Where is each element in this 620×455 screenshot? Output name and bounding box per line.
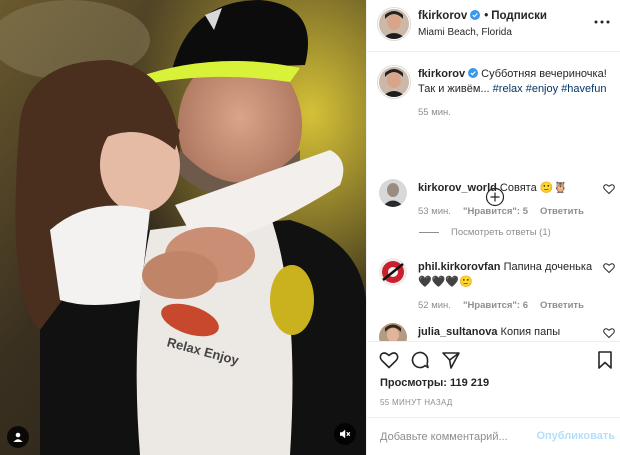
comment-body: julia_sultanova Копия папы	[418, 325, 593, 340]
reply-button[interactable]: Ответить	[540, 204, 584, 219]
avatar-image	[379, 9, 409, 39]
tagged-users-button[interactable]	[7, 426, 29, 448]
comment-likes[interactable]: "Нравится": 6	[463, 298, 528, 313]
post-photo[interactable]: Relax Enjoy	[0, 0, 366, 455]
reply-button[interactable]: Ответить	[540, 298, 584, 313]
author-name-row: fkirkorov • Подписки	[418, 10, 547, 22]
post-timestamp[interactable]: 55 МИНУТ НАЗАД	[380, 398, 453, 407]
commenter-avatar[interactable]	[379, 323, 407, 341]
caption-text-line2: Так и живём...	[418, 83, 493, 95]
following-button[interactable]: Подписки	[491, 10, 547, 22]
view-replies-label: Посмотреть ответы (1)	[451, 227, 551, 238]
avatar-image	[379, 258, 407, 286]
publish-button[interactable]: Опубликовать	[536, 430, 615, 442]
comment-body: kirkorov_world Совята 🙂🦉 53 мин. "Нравит…	[418, 181, 593, 219]
sound-toggle-button[interactable]	[334, 423, 356, 445]
caption-author-avatar[interactable]	[379, 67, 409, 97]
comment-composer: Опубликовать	[367, 417, 620, 455]
comment-time[interactable]: 53 мин.	[418, 204, 451, 219]
comment-icon[interactable]	[410, 350, 430, 370]
author-avatar[interactable]	[379, 9, 409, 39]
caption-text-line1: Субботняя вечериночка!	[481, 68, 607, 80]
comment-body: phil.kirkorovfan Папина доченька🖤🖤🖤🙂 52 …	[418, 260, 593, 313]
heart-icon[interactable]	[603, 327, 615, 339]
caption-meta: 55 мин.	[418, 105, 614, 120]
comment-input[interactable]	[380, 429, 530, 445]
hashtag-link[interactable]: #relax	[493, 83, 523, 95]
comment-text: Совята 🙂🦉	[499, 182, 568, 194]
comment-likes[interactable]: "Нравится": 5	[463, 204, 528, 219]
avatar-image	[379, 67, 409, 97]
comment-meta: 53 мин. "Нравится": 5 Ответить	[418, 204, 593, 219]
user-tag-icon	[13, 432, 23, 442]
comment-username[interactable]: julia_sultanova	[418, 326, 497, 338]
heart-icon[interactable]	[379, 350, 399, 370]
comments-section[interactable]: fkirkorov Субботняя вечериночка! Так и ж…	[367, 53, 620, 341]
avatar-image	[379, 179, 407, 207]
views-number: 119 219	[449, 377, 490, 389]
views-count[interactable]: Просмотры: 119 219	[380, 377, 489, 389]
comment-username[interactable]: kirkorov_world	[418, 182, 497, 194]
views-label: Просмотры:	[380, 377, 447, 389]
post-header: fkirkorov • Подписки Miami Beach, Florida	[367, 0, 620, 52]
view-replies-button[interactable]: Посмотреть ответы (1)	[419, 227, 551, 238]
hashtag-link[interactable]: #havefun	[561, 83, 606, 95]
verified-badge-icon	[470, 10, 481, 20]
post-location[interactable]: Miami Beach, Florida	[418, 27, 512, 38]
comment-meta: 52 мин. "Нравится": 6 Ответить	[418, 298, 593, 313]
more-horizontal-icon[interactable]	[593, 15, 611, 29]
comment-time[interactable]: 52 мин.	[418, 298, 451, 313]
heart-icon[interactable]	[603, 262, 615, 274]
separator-dot: •	[484, 10, 489, 22]
commenter-avatar[interactable]	[379, 179, 407, 207]
comment-username[interactable]: phil.kirkorovfan	[418, 261, 501, 273]
caption-body: fkirkorov Субботняя вечериночка! Так и ж…	[418, 67, 614, 120]
replies-line	[419, 232, 439, 233]
heart-icon[interactable]	[603, 183, 615, 195]
hashtag-link[interactable]: #enjoy	[526, 83, 558, 95]
sound-off-icon	[340, 429, 351, 439]
verified-badge-icon	[468, 68, 479, 78]
avatar-image	[379, 323, 407, 341]
comment-text: Копия папы	[500, 326, 561, 338]
author-username[interactable]: fkirkorov	[418, 10, 467, 22]
commenter-avatar[interactable]	[379, 258, 407, 286]
share-icon[interactable]	[441, 350, 461, 370]
caption-time[interactable]: 55 мин.	[418, 105, 451, 120]
post-side-panel: fkirkorov • Подписки Miami Beach, Florida …	[366, 0, 620, 455]
post-image: Relax Enjoy	[0, 0, 366, 455]
post-actions: Просмотры: 119 219 55 МИНУТ НАЗАД Опубли…	[367, 341, 620, 455]
bookmark-icon[interactable]	[595, 350, 615, 370]
caption-username[interactable]: fkirkorov	[418, 68, 465, 80]
